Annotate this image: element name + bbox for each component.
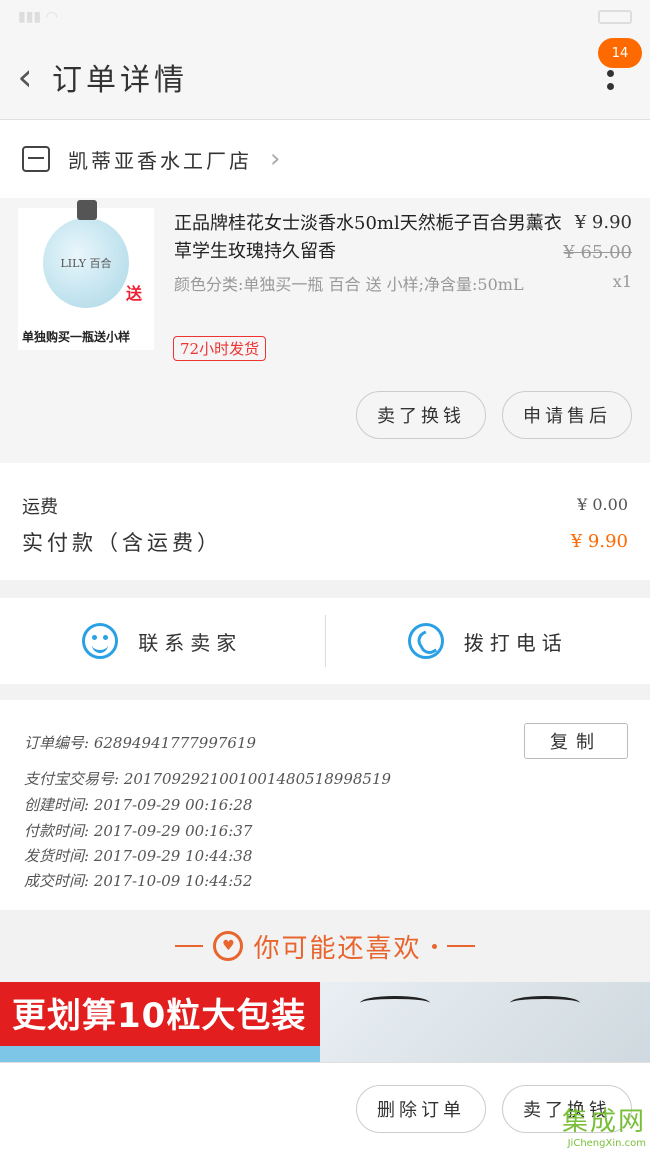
- page-title: 订单详情: [52, 62, 188, 98]
- watermark: 集成网 JiChengXin.com: [501, 1101, 646, 1149]
- message-badge[interactable]: 14: [598, 38, 642, 68]
- chat-icon: [82, 623, 119, 659]
- bottom-action-bar: 删除订单 卖了换钱 集成网 JiChengXin.com: [0, 1062, 650, 1155]
- order-number: 订单编号: 62894941777997619: [24, 734, 257, 752]
- product-spec: 颜色分类:单独买一瓶 百合 送 小样;净含量:50mL: [174, 275, 524, 294]
- recommend-title: 你可能还喜欢: [253, 933, 422, 964]
- more-menu-icon[interactable]: [607, 70, 614, 90]
- decor-line: [175, 945, 204, 947]
- watermark-sub: JiChengXin.com: [567, 1138, 646, 1149]
- paid-amount-label: 实付款（含运费）: [22, 531, 222, 555]
- banner-capsule-promo[interactable]: 更划算10粒大包装: [0, 982, 320, 1062]
- shop-name: 凯蒂亚香水工厂店: [68, 148, 252, 173]
- paid-time: 付款时间: 2017-09-29 00:16:37: [24, 822, 253, 840]
- sell-return-button[interactable]: 卖了换钱: [356, 391, 486, 439]
- signal-indicator: ▮▮▮ ◠: [18, 9, 58, 25]
- product-quantity: x1: [612, 272, 632, 291]
- recommend-banners: 更划算10粒大包装: [0, 982, 650, 1062]
- product-title[interactable]: 正品牌桂花女士淡香水50ml天然栀子百合男薰衣草学生玫瑰持久留香: [174, 210, 564, 266]
- banner-text: 更划算10粒大包装: [12, 996, 307, 1036]
- shipped-time: 发货时间: 2017-09-29 10:44:38: [24, 847, 253, 865]
- alipay-number: 支付宝交易号: 2017092921001001480518998519: [24, 770, 392, 788]
- call-label: 拨打电话: [463, 630, 568, 655]
- completed-time: 成交时间: 2017-10-09 10:44:52: [24, 872, 253, 890]
- product-image[interactable]: LILY 百合 送 单独购买一瓶送小样: [18, 200, 154, 350]
- watermark-main: 集成网: [561, 1107, 646, 1137]
- gift-label: 送: [125, 284, 142, 303]
- recommend-header: ♥ 你可能还喜欢: [0, 910, 650, 982]
- battery-icon: [598, 10, 632, 24]
- call-button[interactable]: 拨打电话: [326, 598, 650, 684]
- eyelash-icon: [510, 996, 580, 1010]
- order-info: 订单编号: 62894941777997619 复制 支付宝交易号: 20170…: [0, 700, 650, 910]
- contact-seller-label: 联系卖家: [138, 630, 243, 655]
- copy-button[interactable]: 复制: [524, 723, 628, 759]
- delete-order-button[interactable]: 删除订单: [356, 1085, 486, 1133]
- image-caption: 单独购买一瓶送小样: [22, 330, 131, 344]
- paid-amount-value: ¥ 9.90: [570, 531, 628, 552]
- eyelash-icon: [360, 996, 430, 1010]
- contact-bar: 联系卖家 拨打电话: [0, 598, 650, 684]
- created-time: 创建时间: 2017-09-29 00:16:28: [24, 796, 253, 814]
- status-bar: ▮▮▮ ◠: [0, 0, 650, 34]
- banner-strip: [0, 1046, 320, 1062]
- shipping-fee-label: 运费: [22, 497, 58, 518]
- page-header: ‹ 订单详情 14: [0, 34, 650, 120]
- contact-seller-button[interactable]: 联系卖家: [0, 598, 325, 684]
- back-arrow-icon[interactable]: ‹: [10, 55, 40, 99]
- bottle-label: LILY 百合: [60, 257, 112, 270]
- product-price: ¥ 9.90: [574, 212, 632, 233]
- phone-icon: [407, 623, 444, 659]
- banner-eyelash-promo[interactable]: [320, 982, 650, 1062]
- shop-icon: [22, 146, 50, 172]
- fee-section: 运费 ¥ 0.00 实付款（含运费） ¥ 9.90: [0, 463, 650, 580]
- heart-icon: ♥: [213, 931, 244, 961]
- chevron-right-icon: ›: [270, 144, 281, 174]
- decor-dot: [431, 943, 437, 949]
- product-card[interactable]: LILY 百合 送 单独购买一瓶送小样 正品牌桂花女士淡香水50ml天然栀子百合…: [0, 198, 650, 463]
- shipping-fee-value: ¥ 0.00: [577, 495, 628, 514]
- shop-row[interactable]: 凯蒂亚香水工厂店 ›: [0, 120, 650, 198]
- shipping-tag: 72小时发货: [173, 336, 267, 361]
- original-price: ¥ 65.00: [563, 242, 632, 263]
- after-sale-button[interactable]: 申请售后: [502, 391, 632, 439]
- perfume-bottle-icon: LILY 百合: [43, 200, 129, 308]
- decor-line: [446, 945, 475, 947]
